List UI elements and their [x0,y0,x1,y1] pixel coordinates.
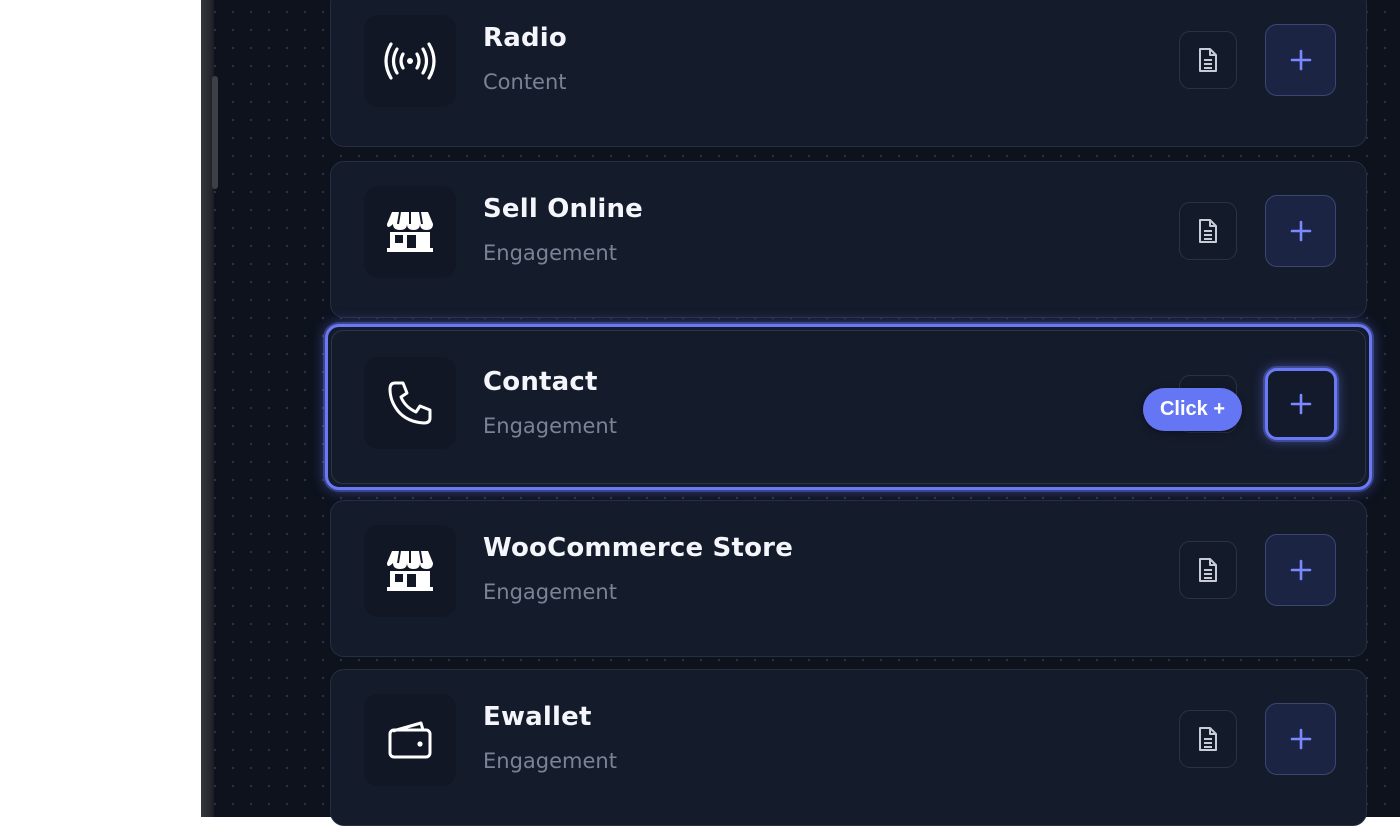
plus-icon [1290,220,1311,242]
click-hint-tooltip: Click + [1143,388,1242,431]
phone-icon [364,357,456,449]
item-title: Sell Online [483,194,644,224]
list-item-ewallet[interactable]: Ewallet Engagement [330,669,1367,826]
add-button[interactable] [1265,24,1336,96]
item-title: Contact [483,367,598,397]
add-button[interactable] [1265,534,1336,606]
plus-icon [1290,559,1311,581]
plus-icon [1290,393,1312,415]
plus-icon [1290,728,1311,750]
storefront-icon [364,186,456,278]
storefront-icon [364,525,456,617]
item-category: Engagement [483,414,617,438]
item-title: Radio [483,23,567,53]
radio-broadcast-icon [364,15,456,107]
list-item-woocommerce-store[interactable]: WooCommerce Store Engagement [330,500,1367,657]
add-button[interactable] [1265,703,1336,775]
item-category: Content [483,70,567,94]
list-item-radio[interactable]: Radio Content [330,0,1367,147]
document-icon [1199,219,1217,243]
document-icon [1199,558,1217,582]
documentation-button[interactable] [1179,710,1237,768]
list-item-sell-online[interactable]: Sell Online Engagement [330,161,1367,318]
add-button[interactable] [1265,368,1337,440]
documentation-button[interactable] [1179,202,1237,260]
documentation-button[interactable] [1179,541,1237,599]
add-button[interactable] [1265,195,1336,267]
scrollbar-thumb[interactable] [212,76,218,189]
item-category: Engagement [483,241,617,265]
outside-area [0,0,201,817]
documentation-button[interactable] [1179,31,1237,89]
document-icon [1199,727,1217,751]
plus-icon [1290,49,1311,71]
item-category: Engagement [483,749,617,773]
item-title: Ewallet [483,702,592,732]
document-icon [1199,48,1217,72]
item-title: WooCommerce Store [483,533,794,563]
item-category: Engagement [483,580,617,604]
wallet-icon [364,694,456,786]
